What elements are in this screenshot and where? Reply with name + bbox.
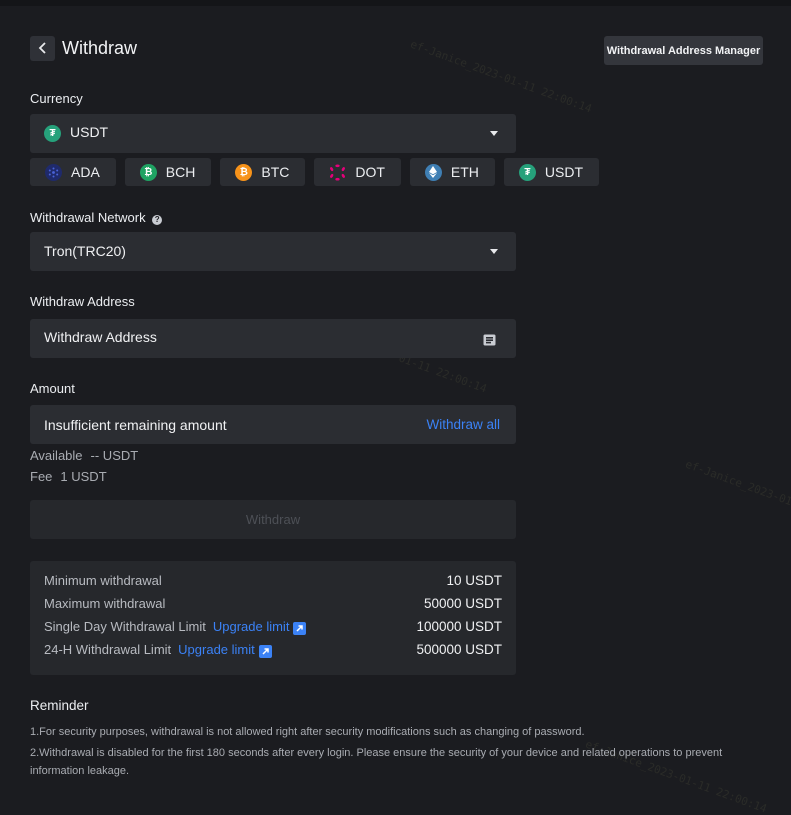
- limit-row-single-day: Single Day Withdrawal Limit Upgrade limit…: [44, 619, 502, 637]
- bitcoin-icon: ₿: [235, 163, 253, 181]
- page-title: Withdraw: [62, 38, 138, 58]
- reminder-title: Reminder: [30, 698, 89, 713]
- caret-down-icon: [490, 131, 498, 136]
- available-label: Available: [30, 448, 83, 463]
- cardano-icon: [45, 163, 62, 181]
- available-value: -- USDT: [90, 448, 139, 463]
- limits-panel: Minimum withdrawal 10 USDT Maximum withd…: [30, 561, 516, 675]
- reminder-line: 2.Withdrawal is disabled for the first 1…: [30, 747, 723, 777]
- watermark: ef-Janice_2023-01-11 22:00:14: [683, 457, 791, 536]
- amount-label: Amount: [30, 381, 75, 396]
- available-row: Available -- USDT: [30, 448, 138, 463]
- bitcoin-cash-icon: ₿: [139, 163, 157, 181]
- top-border: [0, 0, 791, 6]
- chevron-left-icon: [38, 41, 48, 57]
- amount-input[interactable]: Insufficient remaining amount Withdraw a…: [30, 405, 516, 444]
- chip-label: BTC: [261, 164, 290, 180]
- upgrade-limit-link[interactable]: Upgrade limit: [213, 619, 290, 634]
- external-link-icon[interactable]: [293, 622, 307, 635]
- chip-label: DOT: [355, 164, 385, 180]
- fee-row: Fee 1 USDT: [30, 469, 107, 484]
- network-selected-value: Tron(TRC20): [44, 243, 126, 259]
- withdraw-button[interactable]: Withdraw: [30, 500, 516, 539]
- address-label: Withdraw Address: [30, 294, 135, 309]
- limit-value: 10 USDT: [446, 573, 502, 588]
- network-label-text: Withdrawal Network: [30, 210, 146, 225]
- currency-chip-ada[interactable]: ADA: [30, 158, 116, 186]
- limit-label: 24-H Withdrawal Limit: [44, 642, 172, 657]
- limit-row-minimum: Minimum withdrawal 10 USDT: [44, 573, 502, 591]
- chip-label: ADA: [71, 164, 100, 180]
- address-input[interactable]: Withdraw Address: [30, 319, 516, 358]
- address-book-icon[interactable]: [483, 333, 496, 349]
- currency-chip-usdt[interactable]: ₮ USDT: [503, 158, 600, 186]
- network-select[interactable]: Tron(TRC20): [30, 232, 516, 271]
- currency-chip-bch[interactable]: ₿ BCH: [124, 158, 212, 186]
- fee-label: Fee: [30, 469, 53, 484]
- reminder-line: 1.For security purposes, withdrawal is n…: [30, 726, 585, 738]
- address-placeholder: Withdraw Address: [44, 329, 157, 345]
- limit-value: 500000 USDT: [416, 642, 502, 657]
- amount-placeholder: Insufficient remaining amount: [44, 417, 227, 433]
- polkadot-icon: [329, 163, 346, 181]
- currency-chip-eth[interactable]: ETH: [409, 158, 495, 186]
- limit-label: Single Day Withdrawal Limit: [44, 619, 206, 634]
- currency-label: Currency: [30, 91, 83, 106]
- external-link-icon[interactable]: [258, 645, 272, 658]
- tether-icon: ₮: [518, 163, 536, 181]
- back-button[interactable]: [30, 36, 55, 61]
- withdrawal-address-manager-button[interactable]: Withdrawal Address Manager: [604, 36, 763, 65]
- help-icon[interactable]: ?: [152, 214, 163, 225]
- tether-icon: ₮: [44, 125, 61, 142]
- withdraw-all-link[interactable]: Withdraw all: [426, 417, 500, 432]
- limit-row-24h: 24-H Withdrawal Limit Upgrade limit 50000…: [44, 642, 502, 660]
- currency-chip-dot[interactable]: DOT: [314, 158, 401, 186]
- chip-label: USDT: [544, 164, 584, 180]
- chip-label: ETH: [450, 164, 479, 180]
- quick-currency-list: ADA ₿ BCH ₿ BTC DOT ETH ₮ USDT: [30, 158, 600, 186]
- limit-row-maximum: Maximum withdrawal 50000 USDT: [44, 596, 502, 614]
- limit-value: 100000 USDT: [416, 619, 502, 634]
- upgrade-limit-link[interactable]: Upgrade limit: [178, 642, 255, 657]
- limit-label-group: Single Day Withdrawal Limit Upgrade limit: [44, 619, 307, 635]
- watermark: ef-Janice_2023-01-11 22:00:14: [408, 37, 594, 116]
- caret-down-icon: [490, 249, 498, 254]
- limit-value: 50000 USDT: [423, 596, 502, 611]
- limit-label: Minimum withdrawal: [44, 573, 162, 588]
- currency-select[interactable]: ₮ USDT: [30, 114, 516, 153]
- chip-label: BCH: [165, 164, 196, 180]
- ethereum-icon: [424, 163, 442, 181]
- network-label: Withdrawal Network ?: [30, 210, 163, 225]
- limit-label: Maximum withdrawal: [44, 596, 166, 611]
- currency-selected-value: USDT: [70, 124, 109, 140]
- limit-label-group: 24-H Withdrawal Limit Upgrade limit: [44, 642, 272, 658]
- currency-chip-btc[interactable]: ₿ BTC: [220, 158, 306, 186]
- fee-value: 1 USDT: [60, 469, 107, 484]
